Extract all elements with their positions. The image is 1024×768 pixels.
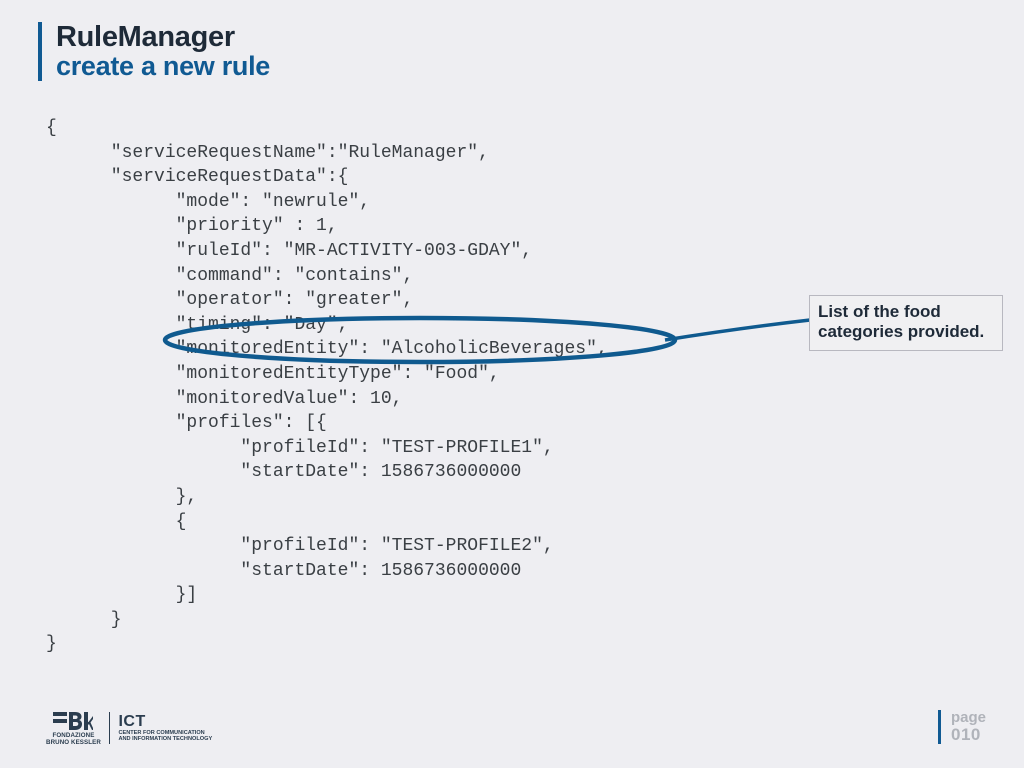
code-block: { "serviceRequestName":"RuleManager", "s…	[46, 116, 608, 657]
footer: FONDAZIONE BRUNO KESSLER ICT CENTER FOR …	[46, 698, 986, 746]
page-indicator: page 010	[938, 710, 986, 744]
connector-line-icon	[660, 310, 820, 350]
ict-logo: ICT CENTER FOR COMMUNICATION AND INFORMA…	[118, 714, 212, 742]
slide: RuleManager create a new rule { "service…	[0, 0, 1024, 768]
ict-sub-line2: AND INFORMATION TECHNOLOGY	[118, 736, 212, 742]
page-number: 010	[951, 726, 986, 744]
fbk-logo: FONDAZIONE BRUNO KESSLER	[46, 710, 101, 746]
annotation-callout: List of the food categories provided.	[809, 295, 1003, 351]
page-label: page	[951, 710, 986, 726]
title-block: RuleManager create a new rule	[38, 22, 270, 81]
title-sub: create a new rule	[56, 52, 270, 80]
logo-separator	[109, 712, 111, 744]
ict-main-text: ICT	[118, 714, 212, 730]
fbk-mark-icon	[53, 710, 93, 732]
title-main: RuleManager	[56, 22, 270, 52]
fbk-text: FONDAZIONE BRUNO KESSLER	[46, 733, 101, 746]
fbk-text-line2: BRUNO KESSLER	[46, 740, 101, 747]
brand-logo: FONDAZIONE BRUNO KESSLER ICT CENTER FOR …	[46, 710, 212, 746]
